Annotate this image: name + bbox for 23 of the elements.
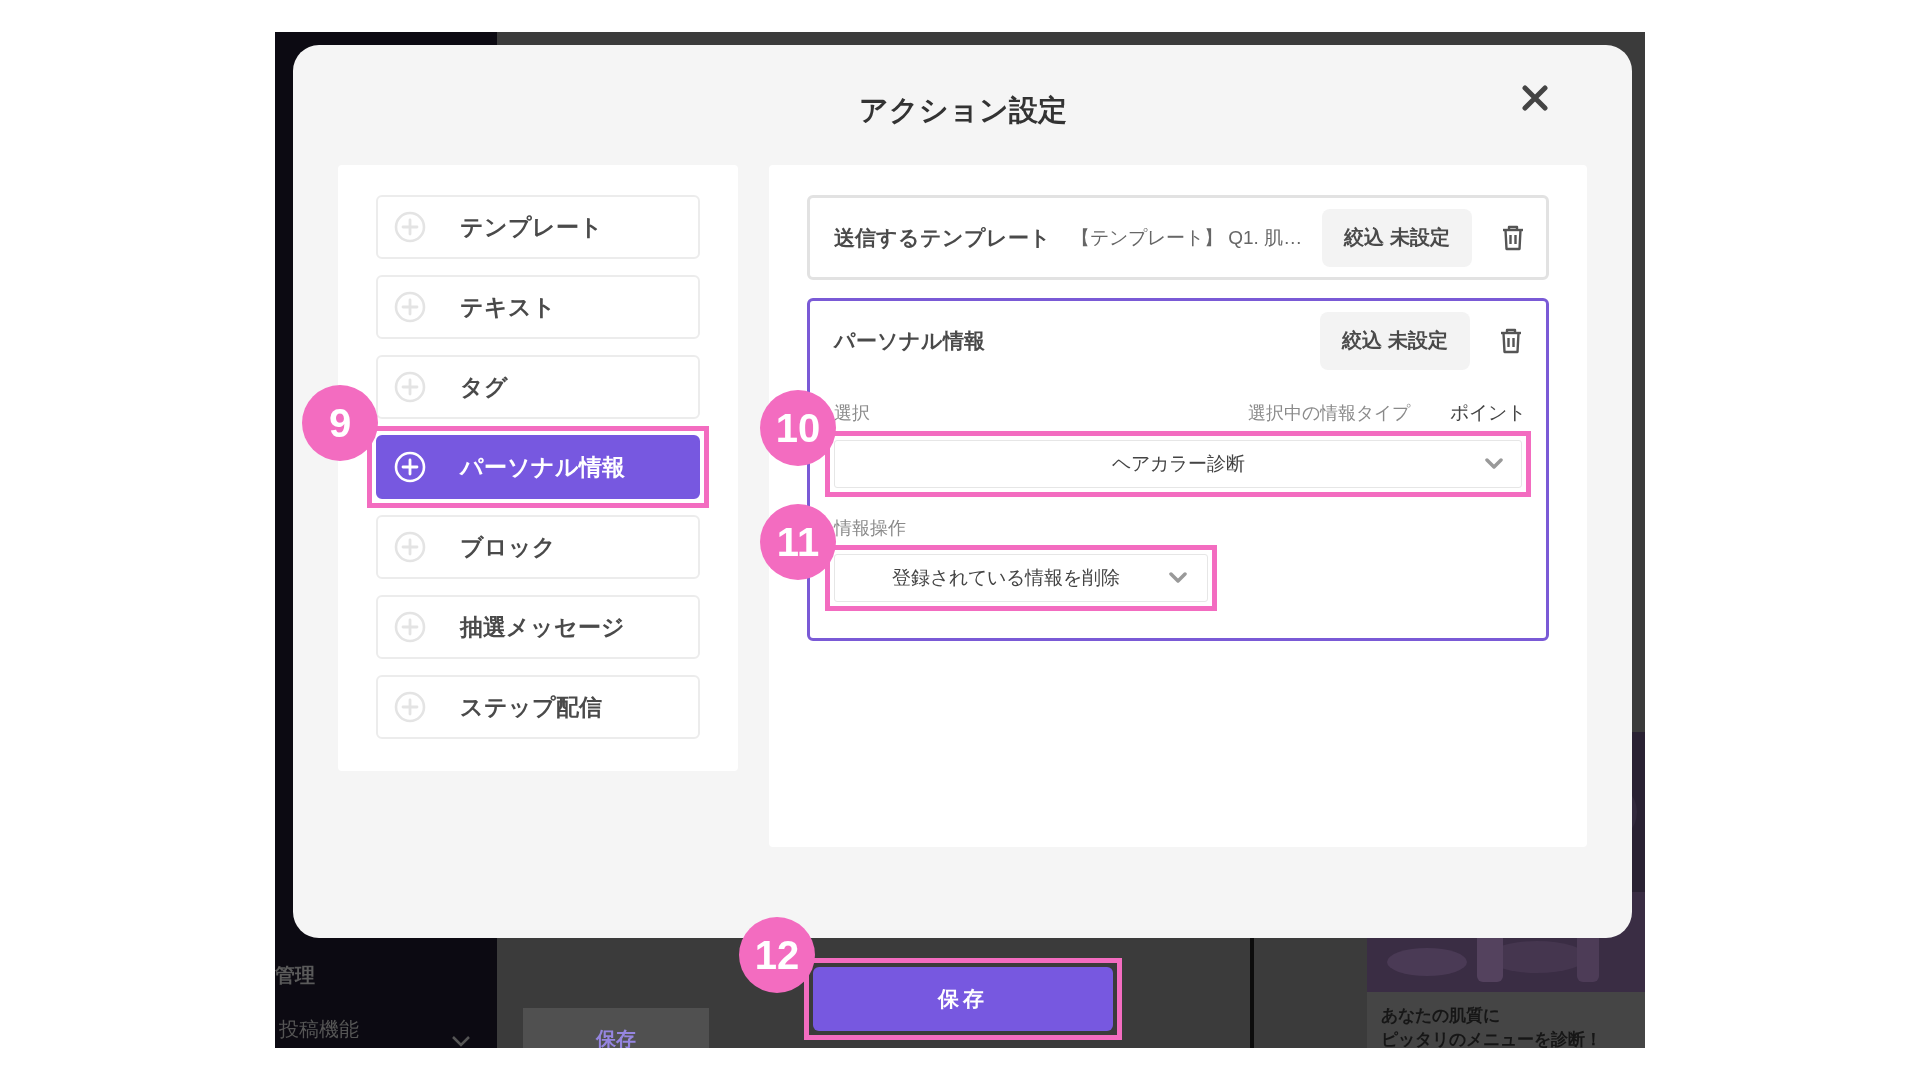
filter-button[interactable]: 絞込 未設定 [1320, 311, 1470, 370]
dialog-title: アクション設定 [858, 93, 1067, 128]
operation-select[interactable]: 登録されている情報を削除 [834, 554, 1208, 602]
save-button[interactable]: 保存 [813, 967, 1113, 1031]
field-label: 選択 [834, 402, 870, 425]
action-title: パーソナル情報 [834, 327, 985, 354]
sidebar-heading: 管理 [275, 963, 315, 988]
action-type-button[interactable]: パーソナル情報 [376, 435, 700, 499]
info-select[interactable]: ヘアカラー診断 [834, 440, 1522, 488]
action-title: 送信するテンプレート [834, 224, 1051, 251]
field-label: 選択中の情報タイプ [1248, 402, 1410, 425]
template-value: 【テンプレート】 Q1. 肌… [1071, 225, 1303, 250]
action-type-button[interactable]: タグ [376, 355, 700, 419]
type-value: ポイント [1450, 401, 1526, 425]
callout-badge: 9 [302, 385, 378, 461]
filter-button[interactable]: 絞込 未設定 [1322, 208, 1472, 267]
action-type-button[interactable]: テンプレート [376, 195, 700, 259]
action-type-button[interactable]: ステップ配信 [376, 675, 700, 739]
action-type-button[interactable]: テキスト [376, 275, 700, 339]
action-type-button[interactable]: ブロック [376, 515, 700, 579]
callout-badge: 10 [760, 390, 836, 466]
action-type-button[interactable]: 抽選メッセージ [376, 595, 700, 659]
field-label: 情報操作 [834, 517, 907, 540]
